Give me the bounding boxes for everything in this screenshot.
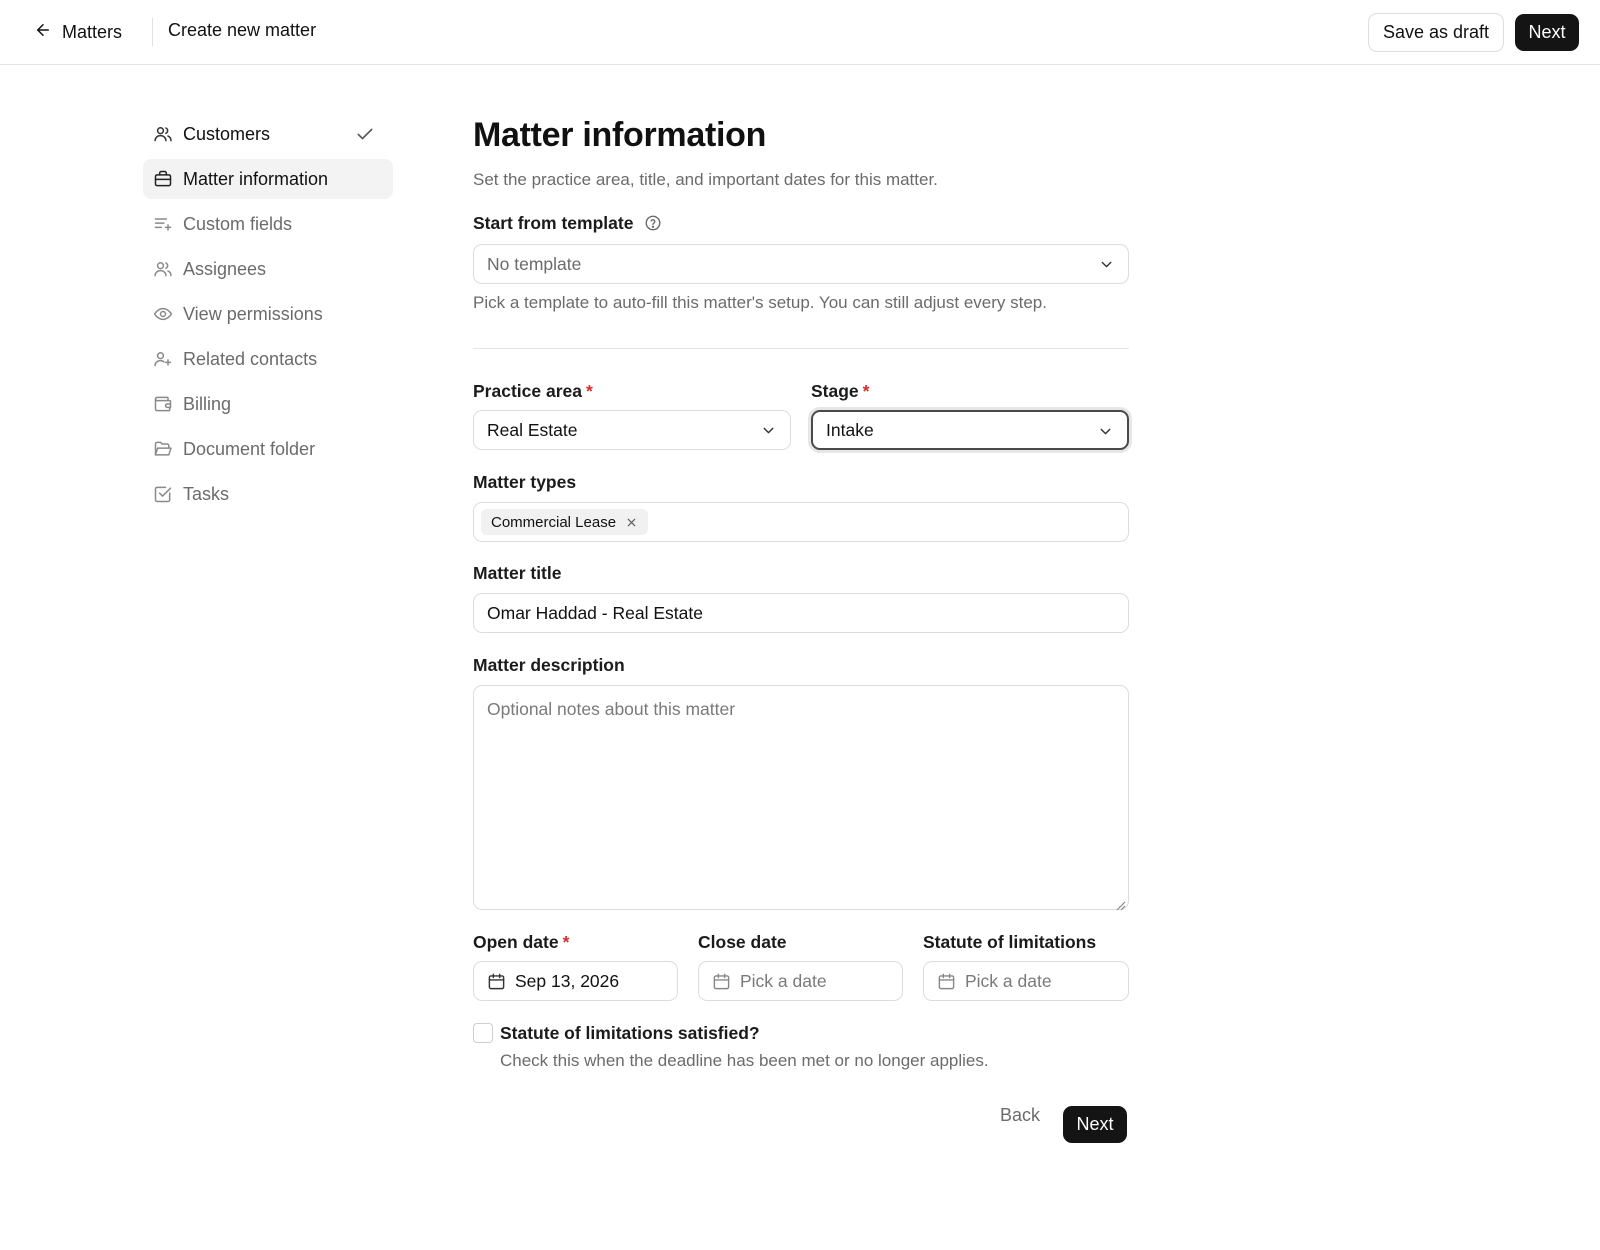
matter-title-value: Omar Haddad - Real Estate [487,602,703,623]
sidebar-item-customers[interactable]: Customers [143,114,393,154]
list-plus-icon [153,214,173,234]
sidebar-item-label: Tasks [183,483,230,504]
close-date-picker[interactable]: Pick a date [698,961,903,1001]
matter-description-textarea[interactable]: Optional notes about this matter [473,685,1129,911]
statute-label: Statute of limitations [923,932,1097,952]
matter-types-input[interactable]: Commercial Lease [473,502,1129,542]
chip-label: Commercial Lease [491,513,617,531]
statute-date-placeholder: Pick a date [965,970,1052,991]
header-next-button[interactable]: Next [1515,14,1579,51]
practice-area-label: Practice area * [473,381,593,402]
open-date-label-text: Open date [473,932,559,952]
stage-value: Intake [826,419,874,440]
sidebar-item-document-folder[interactable]: Document folder [143,429,393,469]
matter-title-input[interactable]: Omar Haddad - Real Estate [473,593,1129,633]
template-hint: Pick a template to auto-fill this matter… [473,293,1047,312]
matter-information-form: Matter information Set the practice area… [473,116,1129,1143]
page-title: Matter information [473,116,767,154]
users-icon [153,124,173,144]
template-label: Start from template [473,213,662,234]
calendar-icon [937,972,956,991]
required-marker: * [862,381,870,401]
section-divider [473,348,1129,349]
template-select[interactable]: No template [473,244,1129,284]
matter-types-label: Matter types [473,472,577,492]
steps-sidebar: Customers Matter information Custom fiel… [143,114,393,519]
wallet-icon [153,394,173,414]
stage-label-text: Stage [811,381,859,401]
calendar-icon [487,972,506,991]
template-label-text: Start from template [473,213,634,233]
matter-type-chip: Commercial Lease [481,509,649,535]
stage-select[interactable]: Intake [811,410,1129,450]
briefcase-icon [153,169,173,189]
close-date-label: Close date [698,932,787,952]
sidebar-item-label: Document folder [183,438,316,459]
chevron-down-icon [1098,256,1115,273]
users-icon [153,259,173,279]
sidebar-item-label: View permissions [183,303,323,324]
back-link-label: Matters [62,21,123,42]
stage-label: Stage * [811,381,869,402]
close-icon[interactable] [625,516,638,529]
page-subtitle: Set the practice area, title, and import… [473,170,938,189]
sidebar-item-label: Custom fields [183,213,293,234]
user-plus-icon [153,349,173,369]
check-square-icon [153,484,173,504]
template-select-value: No template [487,253,582,274]
matter-description-label: Matter description [473,655,625,675]
sidebar-item-label: Related contacts [183,348,318,369]
statute-satisfied-checkbox[interactable] [473,1023,493,1043]
eye-icon [153,304,173,324]
sidebar-item-label: Billing [183,393,232,414]
sidebar-item-matter-information[interactable]: Matter information [143,159,393,199]
required-marker: * [585,381,593,401]
check-icon [355,124,375,144]
sidebar-item-billing[interactable]: Billing [143,384,393,424]
next-button[interactable]: Next [1063,1106,1127,1143]
page-header-title: Create new matter [168,20,317,40]
chevron-down-icon [760,422,777,439]
open-date-value: Sep 13, 2026 [515,970,620,991]
sidebar-item-label: Customers [183,123,271,144]
matter-title-label: Matter title [473,563,562,583]
arrow-left-icon [34,21,52,44]
required-marker: * [562,932,570,952]
practice-area-label-text: Practice area [473,381,582,401]
statute-date-picker[interactable]: Pick a date [923,961,1129,1001]
chevron-down-icon [1097,423,1114,440]
practice-area-value: Real Estate [487,419,578,440]
calendar-icon [712,972,731,991]
back-button[interactable]: Back [1000,1105,1040,1126]
open-date-picker[interactable]: Sep 13, 2026 [473,961,678,1001]
sidebar-item-custom-fields[interactable]: Custom fields [143,204,393,244]
folder-open-icon [153,439,173,459]
sidebar-item-label: Assignees [183,258,267,279]
sidebar-item-label: Matter information [183,168,329,189]
sidebar-item-tasks[interactable]: Tasks [143,474,393,514]
practice-area-select[interactable]: Real Estate [473,410,791,450]
sidebar-item-related-contacts[interactable]: Related contacts [143,339,393,379]
back-to-matters-link[interactable]: Matters [34,17,122,47]
resize-handle-icon[interactable] [1114,895,1126,911]
open-date-label: Open date * [473,932,569,953]
description-placeholder: Optional notes about this matter [487,699,736,719]
help-circle-icon[interactable] [644,214,662,232]
save-as-draft-button[interactable]: Save as draft [1368,13,1504,52]
statute-satisfied-label: Statute of limitations satisfied? [500,1023,760,1043]
header-divider [152,18,153,46]
close-date-placeholder: Pick a date [740,970,827,991]
sidebar-item-view-permissions[interactable]: View permissions [143,294,393,334]
statute-satisfied-hint: Check this when the deadline has been me… [500,1051,989,1070]
top-bar: Matters Create new matter Save as draft … [0,0,1600,65]
sidebar-item-assignees[interactable]: Assignees [143,249,393,289]
